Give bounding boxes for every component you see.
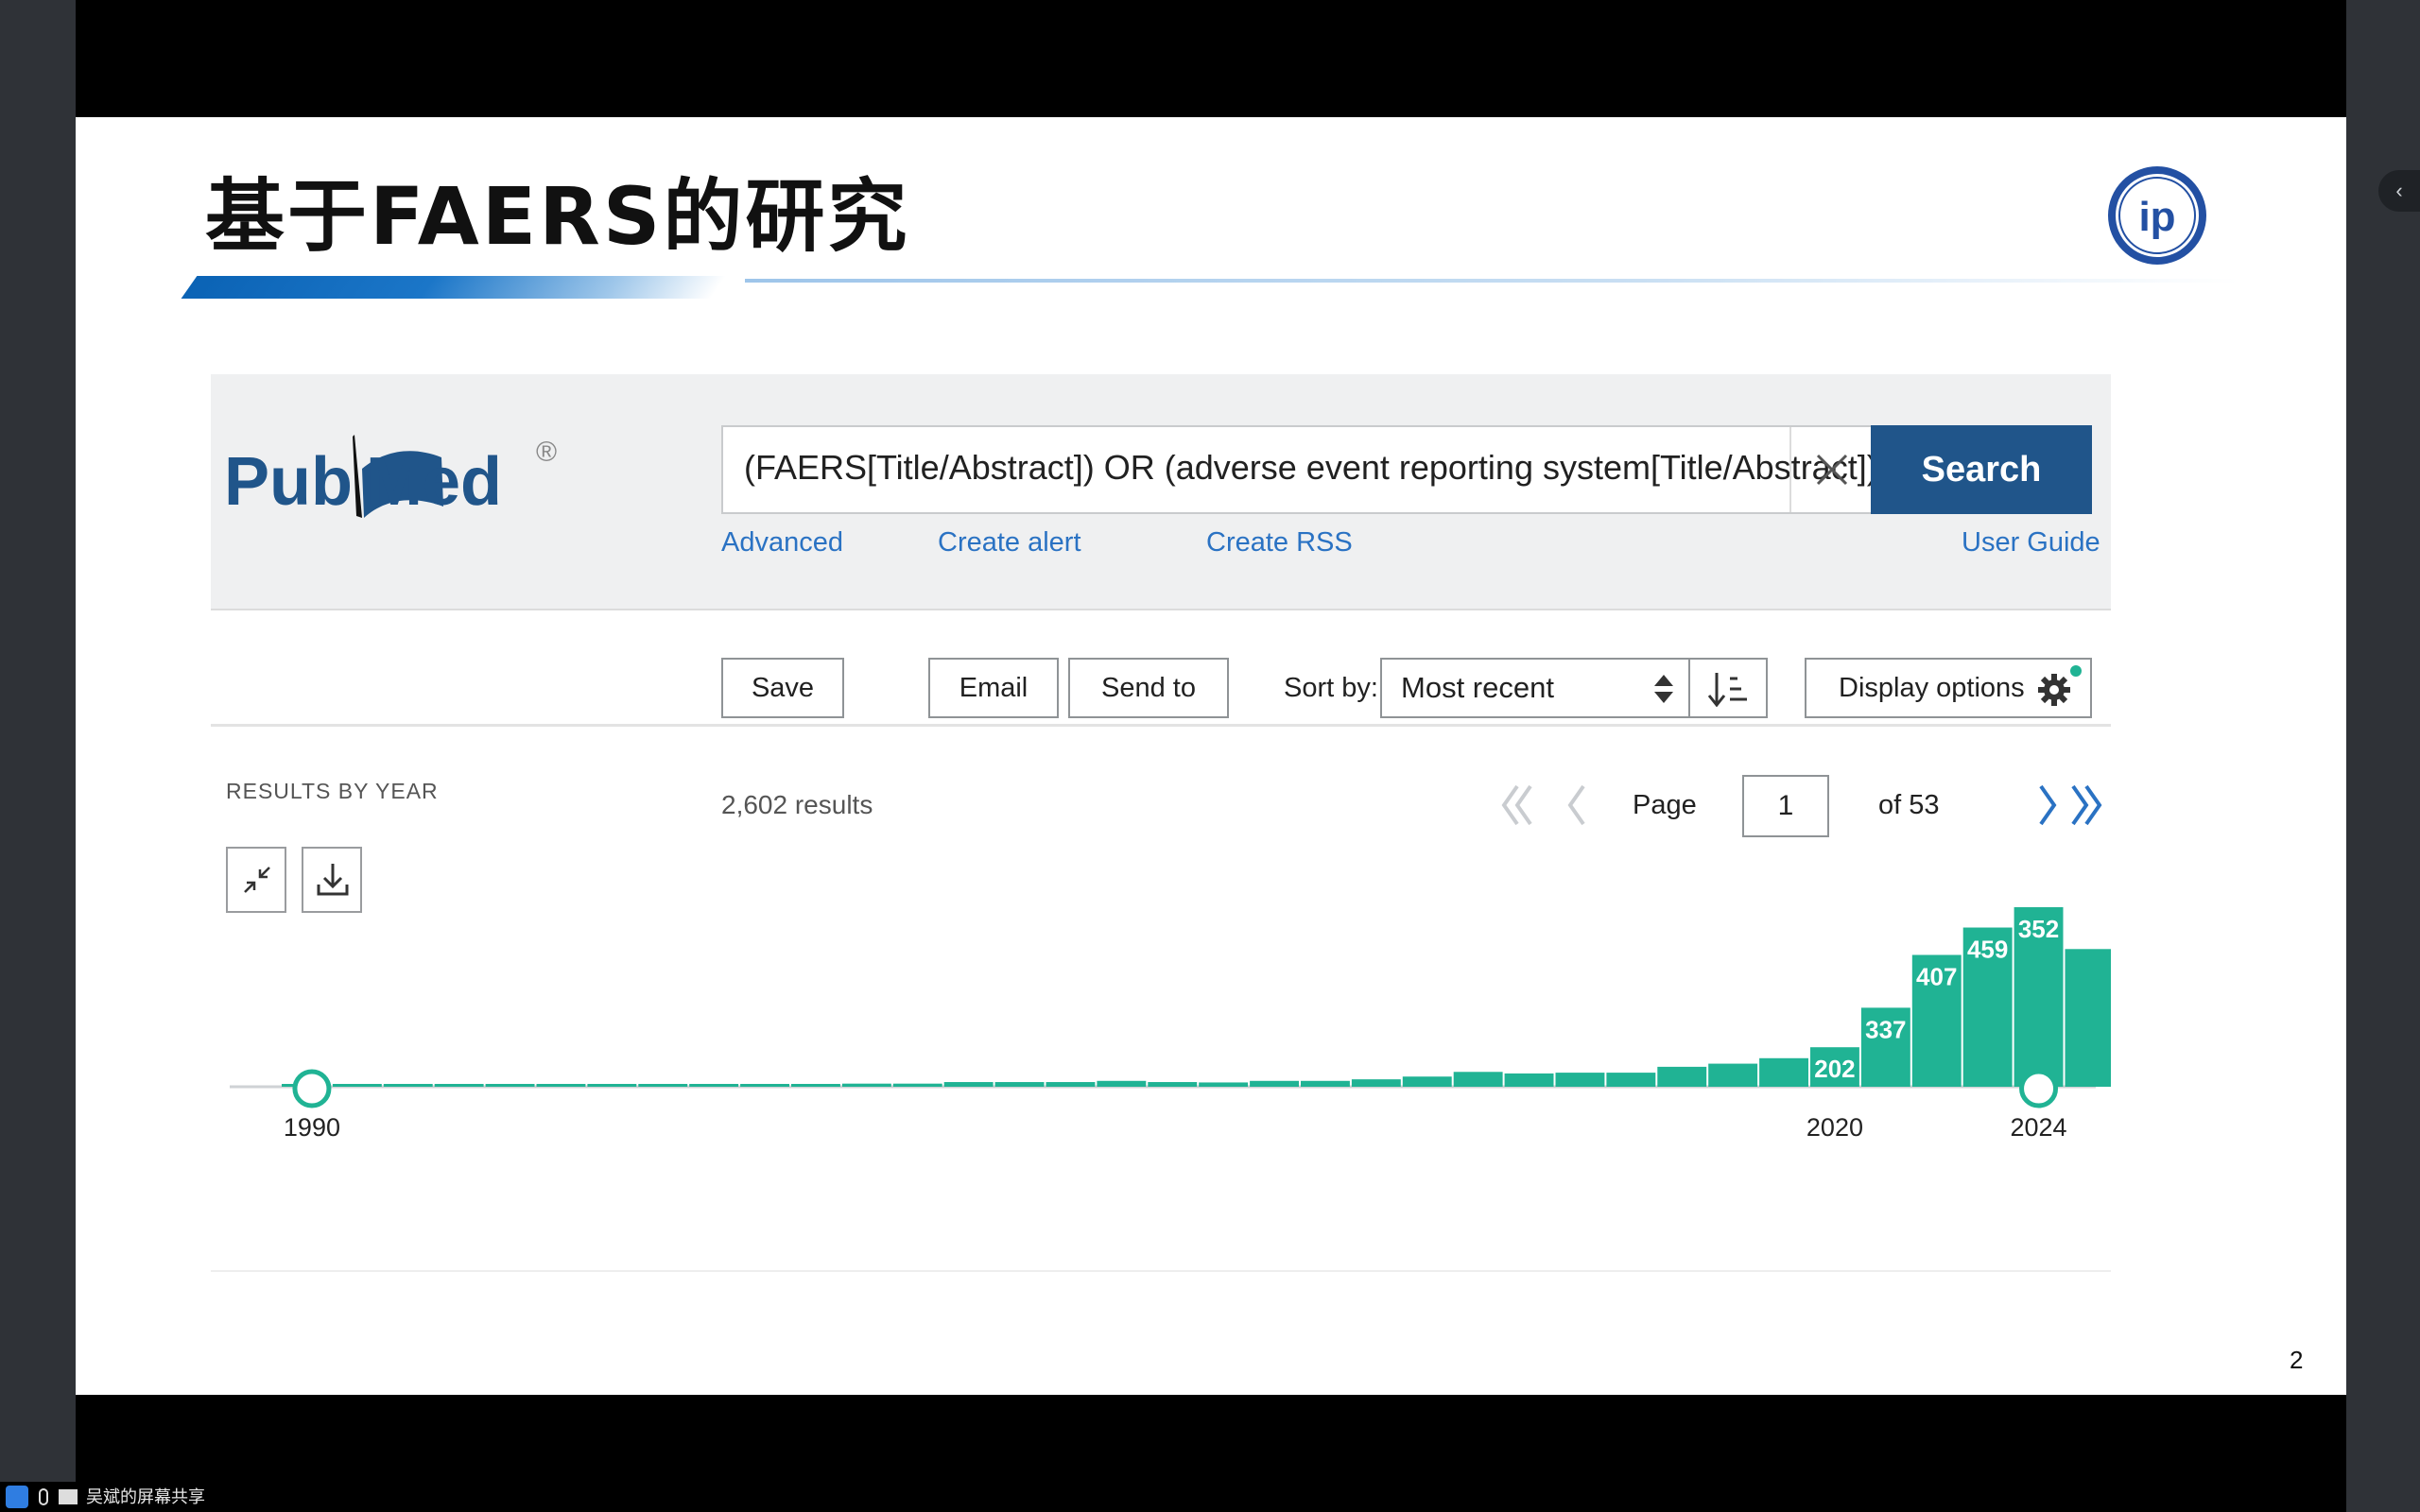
bar-2013 bbox=[1453, 1072, 1503, 1087]
pubmed-screenshot: Pub Med ® (FAERS[Title/Abstract]) OR (ad… bbox=[211, 374, 2111, 1272]
bar-2001 bbox=[841, 1083, 891, 1087]
bar-2016 bbox=[1606, 1073, 1656, 1087]
slide-title: 基于FAERS的研究 bbox=[205, 170, 910, 263]
bar-2008 bbox=[1199, 1082, 1249, 1087]
right-panel bbox=[2346, 0, 2420, 1512]
bar-2009 bbox=[1250, 1080, 1299, 1087]
tick-label-2024: 2024 bbox=[2011, 1113, 2067, 1142]
bar-2015 bbox=[1555, 1073, 1605, 1087]
bar-2017 bbox=[1657, 1066, 1707, 1087]
tick-label-1990: 1990 bbox=[284, 1113, 340, 1142]
bar-1995 bbox=[536, 1084, 586, 1087]
logo-initials: ip bbox=[2138, 194, 2175, 240]
bar-2011 bbox=[1351, 1079, 1401, 1087]
bar-2006 bbox=[1097, 1080, 1147, 1087]
data-label-2022: 407 bbox=[1916, 963, 1957, 991]
institution-logo: ip bbox=[2108, 166, 2206, 265]
data-label-2020: 202 bbox=[1814, 1055, 1855, 1083]
bar-2003 bbox=[943, 1082, 994, 1087]
bar-1994 bbox=[485, 1084, 535, 1087]
screen-share-label: 吴斌的屏幕共享 bbox=[86, 1487, 206, 1506]
bar-2019 bbox=[1759, 1057, 1808, 1087]
bottom-letterbox bbox=[76, 1395, 2346, 1512]
top-letterbox bbox=[76, 0, 2346, 117]
results-by-year-chart: 202 337 407 459 352 1990 2020 2024 bbox=[230, 907, 2111, 1142]
bar-1998 bbox=[689, 1084, 739, 1087]
bar-bar-35 bbox=[2065, 949, 2111, 1087]
bar-2000 bbox=[791, 1084, 840, 1087]
slide-page-number: 2 bbox=[2290, 1346, 2304, 1374]
data-label-2023: 459 bbox=[1967, 936, 2008, 964]
bar-2012 bbox=[1402, 1076, 1452, 1087]
bar-2010 bbox=[1301, 1080, 1350, 1087]
title-underline-bar bbox=[181, 276, 727, 299]
screen-share-status: 吴斌的屏幕共享 bbox=[0, 1482, 246, 1512]
bar-2004 bbox=[994, 1082, 1045, 1087]
bar-1999 bbox=[740, 1084, 789, 1087]
data-label-2024: 352 bbox=[2018, 915, 2059, 943]
range-handle-2024 bbox=[2019, 1069, 2059, 1108]
title-underline-line bbox=[745, 279, 2238, 283]
microphone-icon bbox=[39, 1488, 49, 1505]
screen-icon bbox=[59, 1489, 78, 1504]
bar-2002 bbox=[892, 1083, 942, 1087]
bar-1996 bbox=[587, 1084, 637, 1087]
bar-1991 bbox=[332, 1084, 382, 1087]
bar-2014 bbox=[1504, 1073, 1554, 1087]
bar-1992 bbox=[383, 1084, 433, 1087]
bar-2018 bbox=[1708, 1063, 1758, 1087]
presentation-slide: 基于FAERS的研究 ip 2 Pub Med ® (FAERS[Title/A… bbox=[76, 117, 2346, 1395]
bar-1997 bbox=[638, 1084, 688, 1087]
tick-label-2020: 2020 bbox=[1806, 1113, 1863, 1142]
chart-bottom-divider bbox=[211, 1270, 2111, 1272]
left-panel bbox=[0, 0, 76, 1512]
collapse-panel-button[interactable]: ‹ bbox=[2378, 170, 2420, 212]
bar-1993 bbox=[434, 1084, 484, 1087]
data-label-2021: 337 bbox=[1865, 1015, 1906, 1043]
bar-2007 bbox=[1148, 1082, 1198, 1087]
bar-2005 bbox=[1046, 1082, 1096, 1087]
range-handle-1990 bbox=[292, 1069, 332, 1108]
user-icon bbox=[6, 1486, 28, 1508]
